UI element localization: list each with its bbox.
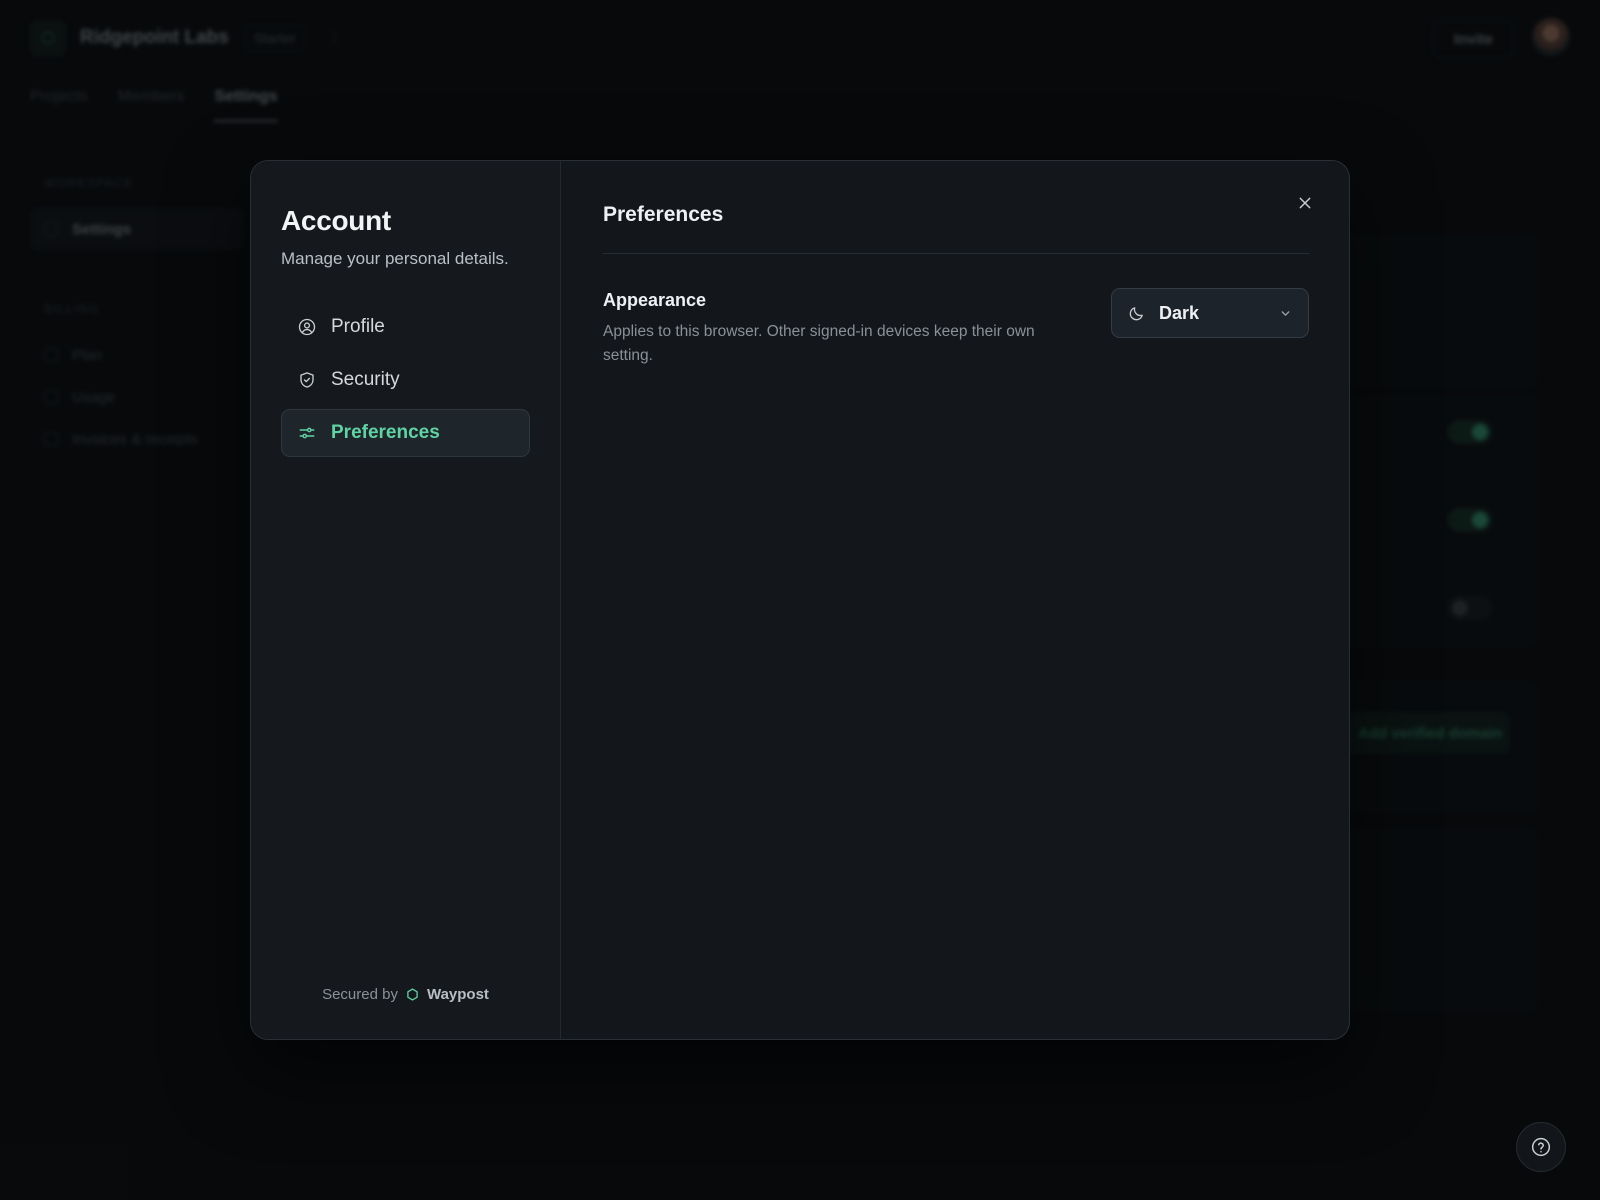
secured-by-footer: Secured by Waypost bbox=[251, 986, 560, 1003]
account-nav: Profile Security Preferences bbox=[281, 303, 530, 457]
modal-sidebar: Account Manage your personal details. Pr… bbox=[251, 161, 561, 1039]
theme-select-value: Dark bbox=[1159, 302, 1200, 323]
appearance-setting: Appearance Applies to this browser. Othe… bbox=[603, 288, 1309, 368]
account-modal: Account Manage your personal details. Pr… bbox=[250, 160, 1350, 1040]
modal-title: Account bbox=[281, 205, 391, 236]
theme-select[interactable]: Dark bbox=[1111, 288, 1309, 338]
nav-item-profile[interactable]: Profile bbox=[281, 303, 530, 351]
sliders-icon bbox=[298, 424, 316, 442]
section-title: Preferences bbox=[603, 203, 724, 226]
moon-icon bbox=[1129, 306, 1143, 320]
modal-subtitle: Manage your personal details. bbox=[281, 249, 509, 268]
brand-name: Waypost bbox=[426, 986, 489, 1003]
modal-content: Preferences Appearance Applies to this b… bbox=[561, 161, 1349, 1039]
shield-check-icon bbox=[298, 371, 316, 389]
secured-by-label: Secured by bbox=[322, 986, 398, 1003]
nav-item-label: Profile bbox=[331, 316, 385, 337]
appearance-text: Appearance Applies to this browser. Othe… bbox=[603, 290, 1073, 368]
hexagon-logo-icon bbox=[407, 988, 418, 1001]
divider bbox=[603, 253, 1309, 254]
nav-item-label: Preferences bbox=[331, 422, 440, 443]
nav-item-label: Security bbox=[331, 369, 400, 390]
chevron-down-icon bbox=[1281, 310, 1290, 316]
close-icon bbox=[1299, 197, 1311, 209]
user-circle-icon bbox=[298, 318, 316, 336]
nav-item-preferences[interactable]: Preferences bbox=[281, 409, 530, 457]
close-button[interactable] bbox=[1291, 189, 1319, 217]
brand-link[interactable]: Waypost bbox=[406, 986, 489, 1003]
appearance-label: Appearance bbox=[603, 290, 707, 310]
nav-item-security[interactable]: Security bbox=[281, 356, 530, 404]
appearance-description: Applies to this browser. Other signed-in… bbox=[603, 323, 1035, 364]
help-button[interactable] bbox=[1516, 1122, 1566, 1172]
help-icon bbox=[1531, 1137, 1551, 1157]
